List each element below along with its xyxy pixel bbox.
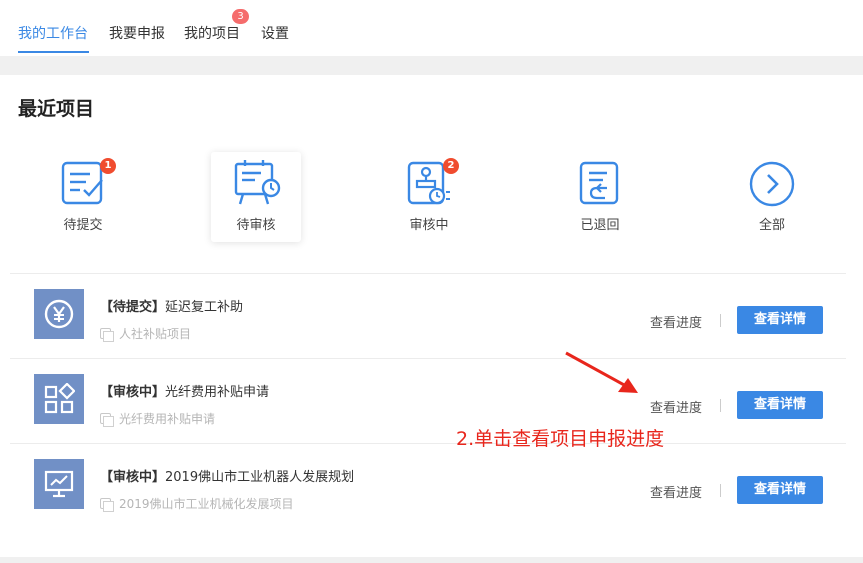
category-returned[interactable]: 已退回 xyxy=(555,152,645,242)
project-category: 光纤费用补贴申请 xyxy=(100,410,215,427)
returned-icon xyxy=(579,161,619,205)
tab-apply[interactable]: 我要申报 xyxy=(109,23,165,43)
separator xyxy=(720,399,721,412)
project-status: 【待提交】 xyxy=(100,300,166,315)
document-icon xyxy=(100,413,114,427)
project-title[interactable]: 【待提交】延迟复工补助 xyxy=(100,296,243,315)
project-category-text: 2019佛山市工业机械化发展项目 xyxy=(119,497,294,511)
project-name: 延迟复工补助 xyxy=(165,300,244,315)
divider xyxy=(10,358,846,359)
project-thumbnail xyxy=(34,374,84,424)
category-label: 待提交 xyxy=(63,218,103,233)
project-status: 【审核中】 xyxy=(100,385,166,400)
view-progress-link[interactable]: 查看进度 xyxy=(650,312,702,331)
view-details-button[interactable]: 查看详情 xyxy=(737,476,823,504)
document-icon xyxy=(100,328,114,342)
apps-grid-icon xyxy=(44,383,75,414)
presentation-icon xyxy=(44,470,74,498)
category-all[interactable]: 全部 xyxy=(727,152,817,242)
project-title[interactable]: 【审核中】2019佛山市工业机器人发展规划 xyxy=(100,466,354,485)
section-gap xyxy=(0,56,863,75)
category-reviewing[interactable]: 2 审核中 xyxy=(384,152,474,242)
project-category: 人社补贴项目 xyxy=(100,325,191,342)
reviewing-badge: 2 xyxy=(443,158,459,174)
tab-my-workbench[interactable]: 我的工作台 xyxy=(18,23,88,43)
project-category: 2019佛山市工业机械化发展项目 xyxy=(100,495,294,512)
section-title: 最近项目 xyxy=(18,98,95,120)
project-thumbnail xyxy=(34,459,84,509)
view-details-button[interactable]: 查看详情 xyxy=(737,306,823,334)
tab-my-projects[interactable]: 我的项目 xyxy=(184,23,240,43)
project-name: 2019佛山市工业机器人发展规划 xyxy=(165,470,355,485)
yen-icon xyxy=(44,299,74,329)
separator xyxy=(720,484,721,497)
divider xyxy=(10,443,846,444)
tab-settings[interactable]: 设置 xyxy=(261,23,289,43)
document-icon xyxy=(100,498,114,512)
chevron-right-circle-icon xyxy=(749,161,795,207)
category-review-pending[interactable]: 待审核 xyxy=(211,152,301,242)
review-pending-icon xyxy=(234,160,281,205)
annotation-text: 2.单击查看项目申报进度 xyxy=(456,428,665,450)
submit-pending-badge: 1 xyxy=(100,158,116,174)
separator xyxy=(720,314,721,327)
active-tab-indicator xyxy=(18,51,89,53)
divider xyxy=(10,273,846,274)
project-name: 光纤费用补贴申请 xyxy=(165,385,270,400)
category-label: 待审核 xyxy=(236,218,276,233)
category-label: 已退回 xyxy=(580,218,620,233)
project-thumbnail xyxy=(34,289,84,339)
project-status: 【审核中】 xyxy=(100,470,166,485)
category-label: 全部 xyxy=(758,218,785,233)
annotation-arrow-icon xyxy=(565,351,638,393)
view-progress-link[interactable]: 查看进度 xyxy=(650,482,702,501)
top-nav: 我的工作台 我要申报 我的项目 3 设置 xyxy=(0,0,863,56)
project-title[interactable]: 【审核中】光纤费用补贴申请 xyxy=(100,381,269,400)
project-category-text: 光纤费用补贴申请 xyxy=(119,412,216,426)
category-submit-pending[interactable]: 1 待提交 xyxy=(38,152,128,242)
my-projects-badge: 3 xyxy=(232,9,249,24)
category-label: 审核中 xyxy=(409,218,449,233)
view-progress-link[interactable]: 查看进度 xyxy=(650,397,702,416)
view-details-button[interactable]: 查看详情 xyxy=(737,391,823,419)
bottom-gap xyxy=(0,557,863,563)
project-category-text: 人社补贴项目 xyxy=(119,327,192,341)
